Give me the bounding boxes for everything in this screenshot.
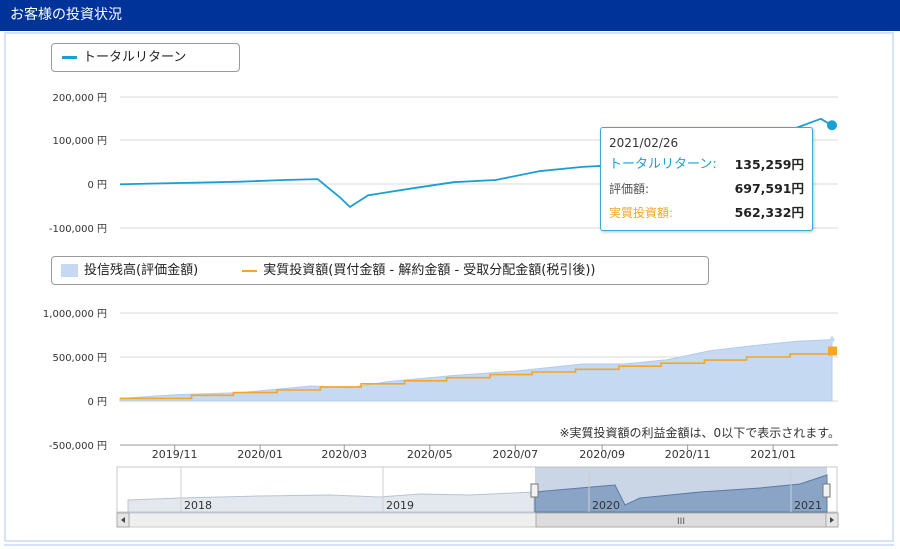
navigator-year-label: 2021 [794, 499, 822, 512]
balance-legend[interactable]: 投信残高(評価金額) 実質投資額(買付金額 - 解約金額 - 受取分配金額(税引… [51, 256, 709, 285]
bottom-y-tick-label: 1,000,000 円 [43, 309, 107, 320]
investment-legend-label: 実質投資額(買付金額 - 解約金額 - 受取分配金額(税引後)) [263, 263, 596, 278]
top-y-tick-label: -100,000 円 [49, 224, 107, 235]
tooltip-total-return-row: トータルリターン: 135,259円 [609, 153, 804, 177]
top-y-tick-label: 100,000 円 [52, 136, 107, 147]
navigator-right-handle [822, 483, 831, 498]
bottom-y-tick-label: 0 円 [87, 397, 107, 408]
x-tick-label: 2019/11 [152, 448, 198, 461]
tooltip-valuation-value: 697,591円 [734, 181, 804, 196]
total-return-marker [827, 120, 837, 131]
top-y-tick-label: 200,000 円 [52, 93, 107, 104]
balance-legend-label: 投信残高(評価金額) [84, 263, 199, 278]
tooltip-investment-label: 実質投資額: [609, 206, 674, 220]
navigator-year-label: 2018 [184, 499, 212, 512]
bottom-y-tick-label: 500,000 円 [52, 353, 107, 364]
top-y-tick-label: 0 円 [87, 180, 107, 191]
x-tick-label: 2020/11 [665, 448, 711, 461]
chart-tooltip: 2021/02/26 トータルリターン: 135,259円 評価額: 697,591… [600, 127, 813, 231]
x-tick-label: 2021/01 [750, 448, 796, 461]
total-return-legend[interactable]: トータルリターン [51, 43, 240, 72]
tooltip-total-return-label: トータルリターン: [609, 157, 717, 172]
balance-legend-swatch [61, 264, 78, 277]
navigator-year-label: 2020 [592, 499, 620, 512]
bottom-y-tick-label: -500,000 円 [49, 441, 107, 452]
investment-legend-swatch [242, 269, 258, 272]
tooltip-date: 2021/02/26 [609, 136, 679, 150]
tooltip-date-row: 2021/02/26 [609, 133, 804, 153]
total-return-legend-label: トータルリターン [83, 50, 187, 65]
navigator-year-label: 2019 [386, 499, 414, 512]
x-tick-label: 2020/01 [237, 448, 283, 461]
investment-marker [828, 346, 837, 356]
tooltip-valuation-row: 評価額: 697,591円 [609, 177, 804, 201]
x-tick-label: 2020/05 [407, 448, 453, 461]
x-tick-label: 2020/07 [492, 448, 538, 461]
tooltip-total-return-value: 135,259円 [734, 157, 804, 172]
navigator-scroll-grip: III [677, 517, 685, 527]
tooltip-investment-row: 実質投資額: 562,332円 [609, 201, 804, 225]
footnote: ※実質投資額の利益金額は、0以下で表示されます。 [559, 426, 841, 440]
tooltip-investment-value: 562,332円 [734, 205, 804, 220]
total-return-legend-swatch [62, 56, 77, 59]
x-tick-label: 2020/09 [579, 448, 625, 461]
valuation-area [119, 339, 833, 402]
navigator-left-handle [530, 483, 539, 498]
tooltip-valuation-label: 評価額: [609, 182, 650, 196]
x-tick-label: 2020/03 [321, 448, 367, 461]
